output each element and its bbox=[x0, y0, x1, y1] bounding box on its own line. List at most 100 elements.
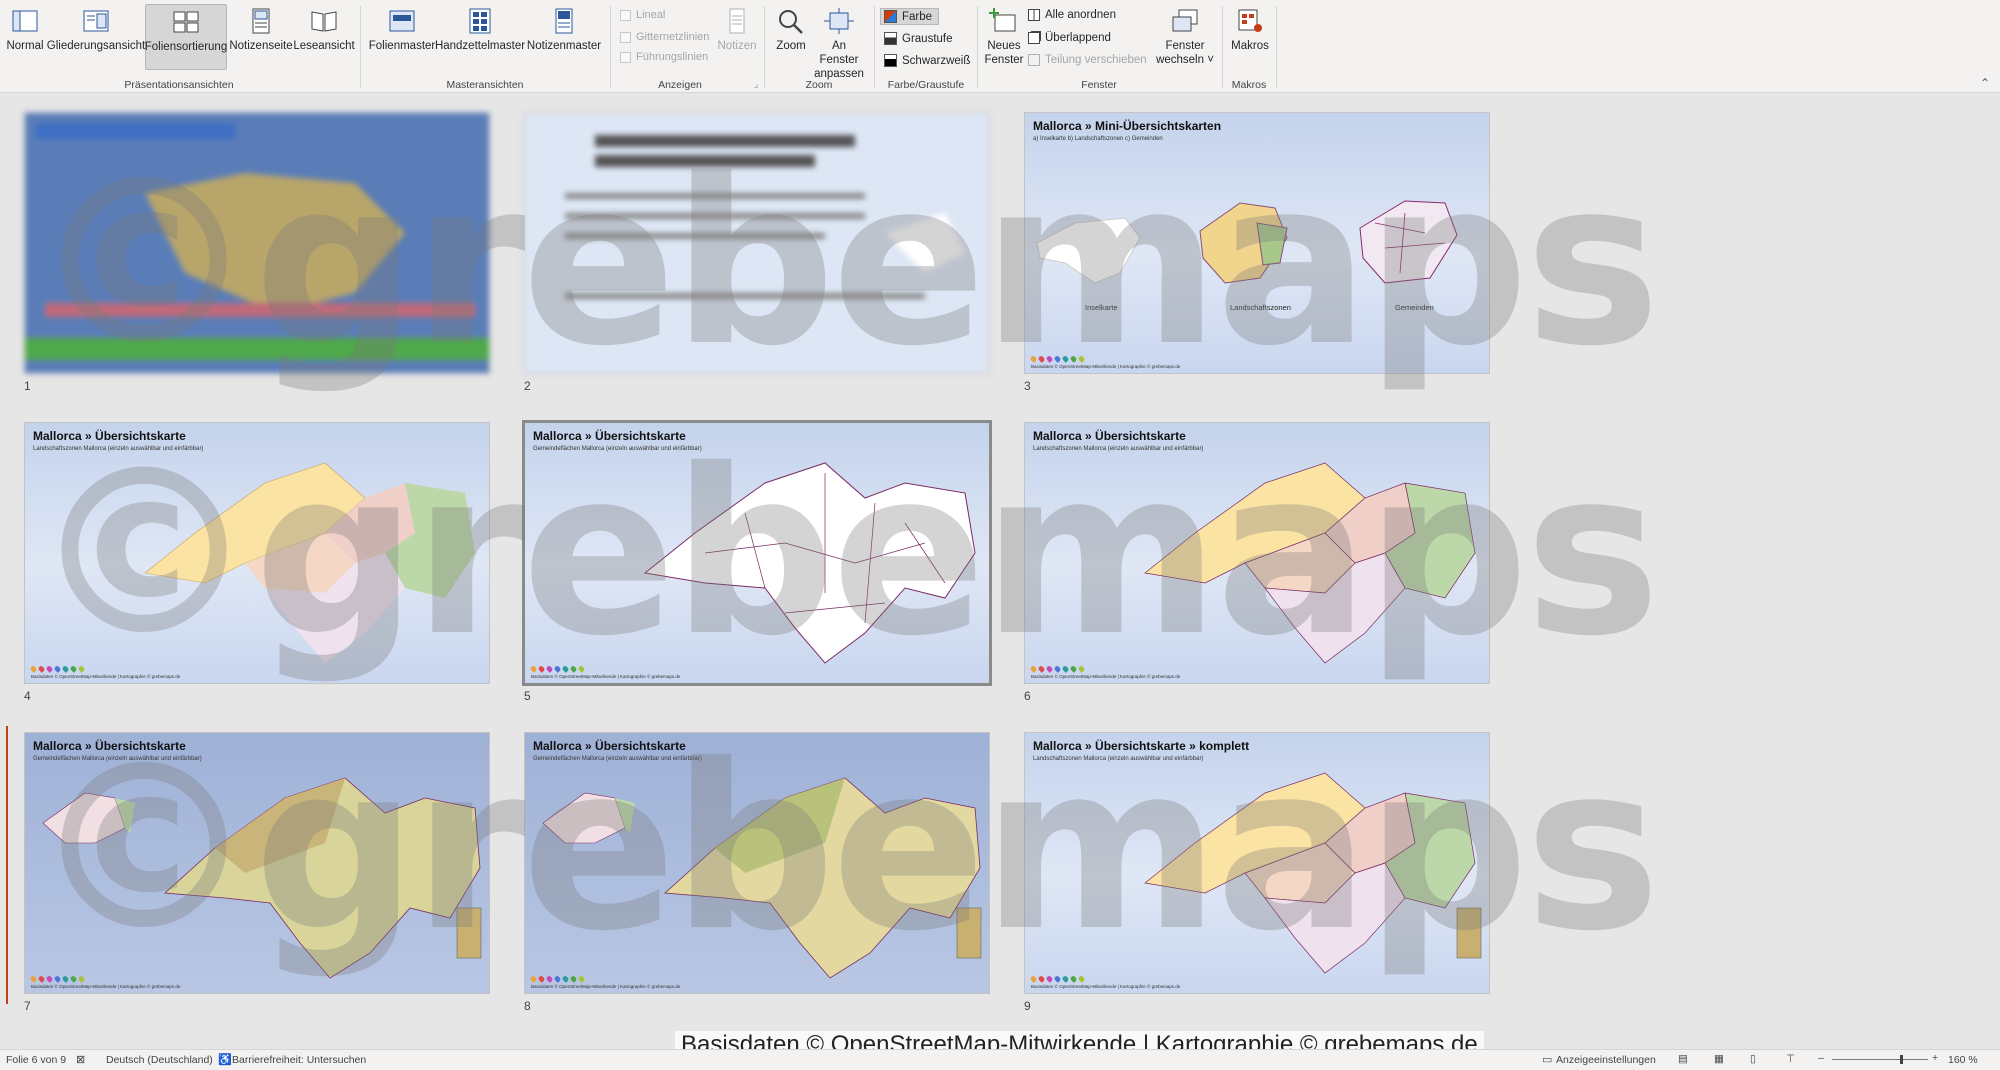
dialog-launcher-icon[interactable]: ⌟ bbox=[754, 79, 758, 90]
slide-number: 2 bbox=[524, 379, 531, 393]
zoom-level[interactable]: 160 % bbox=[1948, 1054, 1978, 1066]
group-separator bbox=[610, 6, 611, 88]
guides-checkbox[interactable]: Führungslinien bbox=[620, 51, 708, 63]
new-window-icon bbox=[989, 8, 1019, 34]
slide-credit: Basisdaten © OpenStreetMap-Mitwirkende |… bbox=[531, 984, 681, 989]
fit-to-window-button[interactable]: An Fenster anpassen bbox=[812, 4, 866, 80]
normal-view-button[interactable]: Normal bbox=[4, 4, 46, 58]
reading-view-button[interactable]: Leseansicht bbox=[293, 4, 355, 58]
outline-view-button[interactable]: Gliederungsansicht bbox=[47, 4, 145, 58]
slide-thumbnail-2[interactable] bbox=[524, 112, 990, 374]
accessibility-icon: ♿ bbox=[218, 1054, 232, 1066]
gridlines-checkbox[interactable]: Gitternetzlinien bbox=[620, 31, 709, 43]
group-label-master-views: Masteransichten bbox=[446, 79, 524, 91]
relief-map bbox=[42, 777, 482, 979]
color-mode-button[interactable]: Farbe bbox=[880, 8, 940, 25]
notes-icon bbox=[722, 8, 752, 34]
notes-button[interactable]: Notizen bbox=[712, 4, 762, 58]
slide-number: 7 bbox=[24, 999, 31, 1013]
slide-thumbnail-7[interactable]: Mallorca » Übersichtskarte Gemeindefläch… bbox=[24, 732, 490, 994]
slide-credit: Basisdaten © OpenStreetMap-Mitwirkende |… bbox=[1031, 984, 1181, 989]
macros-button[interactable]: Makros bbox=[1228, 4, 1272, 58]
slide-thumbnail-8[interactable]: Mallorca » Übersichtskarte Gemeindefläch… bbox=[524, 732, 990, 994]
slide-sorter-button[interactable]: Foliensortierung bbox=[145, 4, 227, 70]
spelling-icon[interactable]: ⊠ bbox=[76, 1053, 85, 1066]
mini-maps bbox=[1036, 200, 1458, 284]
group-separator bbox=[874, 6, 875, 88]
grayscale-button[interactable]: Graustufe bbox=[884, 32, 953, 45]
ruler-checkbox[interactable]: Lineal bbox=[620, 9, 665, 21]
grayscale-swatch-icon bbox=[884, 32, 897, 45]
slide-credit: Basisdaten © OpenStreetMap-Mitwirkende |… bbox=[31, 984, 181, 989]
notes-page-button[interactable]: Notizenseite bbox=[229, 4, 293, 58]
display-settings-button[interactable]: Anzeigeeinstellungen bbox=[1556, 1054, 1656, 1066]
zoom-slider-thumb[interactable] bbox=[1900, 1055, 1903, 1064]
black-white-button[interactable]: Schwarzweiß bbox=[884, 54, 970, 67]
color-pins bbox=[529, 665, 586, 673]
color-pins bbox=[1029, 665, 1086, 673]
status-bar: Folie 6 von 9 ⊠ Deutsch (Deutschland) ♿ … bbox=[0, 1049, 2000, 1070]
slide-number: 8 bbox=[524, 999, 531, 1013]
collapse-ribbon-icon[interactable]: ⌃ bbox=[1980, 76, 1990, 90]
slide-number: 9 bbox=[1024, 999, 1031, 1013]
fit-window-icon bbox=[824, 8, 854, 34]
slide-number: 4 bbox=[24, 689, 31, 703]
complete-map bbox=[1144, 772, 1482, 974]
accessibility-checker[interactable]: Barrierefreiheit: Untersuchen bbox=[232, 1054, 366, 1066]
switch-window-button[interactable]: Fenster wechseln ˅ bbox=[1150, 4, 1220, 66]
group-separator bbox=[764, 6, 765, 88]
zoom-in-icon[interactable]: + bbox=[1932, 1052, 1938, 1064]
reading-view-icon bbox=[309, 8, 339, 34]
new-window-button[interactable]: Neues Fenster bbox=[984, 4, 1024, 66]
slide-thumbnail-1[interactable] bbox=[24, 112, 490, 374]
arrange-all-button[interactable]: Alle anordnen bbox=[1028, 9, 1116, 21]
mini-map-label: Landschaftszonen bbox=[1230, 303, 1291, 312]
color-swatch-icon bbox=[884, 10, 897, 23]
slide-master-button[interactable]: Folienmaster bbox=[368, 4, 436, 58]
combined-map bbox=[1144, 462, 1476, 664]
color-pins bbox=[1029, 975, 1086, 983]
slide-thumbnail-9[interactable]: Mallorca » Übersichtskarte » komplett La… bbox=[1024, 732, 1490, 994]
group-separator bbox=[1276, 6, 1277, 88]
outline-view-icon bbox=[81, 8, 111, 34]
ribbon: Normal Gliederungsansicht Foliensortieru… bbox=[0, 0, 2000, 93]
handout-master-button[interactable]: Handzettelmaster bbox=[435, 4, 525, 58]
cascade-icon bbox=[1028, 32, 1040, 44]
normal-view-icon[interactable]: ▤ bbox=[1678, 1053, 1688, 1065]
group-separator bbox=[977, 6, 978, 88]
slide-number: 3 bbox=[1024, 379, 1031, 393]
group-label-presentation-views: Präsentationsansichten bbox=[124, 79, 234, 91]
zoom-out-icon[interactable]: – bbox=[1818, 1052, 1824, 1064]
zoom-slider[interactable] bbox=[1832, 1059, 1928, 1060]
insertion-marker bbox=[6, 726, 8, 1004]
mini-map-label: Inselkarte bbox=[1085, 303, 1118, 312]
group-label-macros: Makros bbox=[1231, 79, 1267, 91]
mini-map-label: Gemeinden bbox=[1395, 303, 1434, 312]
cascade-button[interactable]: Überlappend bbox=[1028, 32, 1111, 44]
bw-swatch-icon bbox=[884, 54, 897, 67]
notes-page-icon bbox=[246, 8, 276, 34]
group-label-show: Anzeigen bbox=[658, 79, 702, 91]
slide-credit: Basisdaten © OpenStreetMap-Mitwirkende |… bbox=[1031, 674, 1181, 679]
switch-window-icon bbox=[1170, 8, 1200, 34]
reading-view-icon[interactable]: ▯ bbox=[1750, 1053, 1756, 1065]
magnifier-icon bbox=[776, 8, 806, 34]
slide-thumbnail-5[interactable]: Mallorca » Übersichtskarte Gemeindefläch… bbox=[522, 420, 992, 686]
slideshow-icon[interactable]: ⊤ bbox=[1786, 1053, 1795, 1065]
slide-thumbnail-6[interactable]: Mallorca » Übersichtskarte Landschaftszo… bbox=[1024, 422, 1490, 684]
slide-1-picture bbox=[25, 113, 489, 373]
move-split-button[interactable]: Teilung verschieben bbox=[1028, 54, 1147, 66]
slide-thumbnail-3[interactable]: Mallorca » Mini-Übersichtskarten a) Inse… bbox=[1024, 112, 1490, 374]
group-label-color: Farbe/Graustufe bbox=[887, 79, 965, 91]
slide-sorter-icon[interactable]: ▦ bbox=[1714, 1053, 1724, 1065]
group-label-window: Fenster bbox=[1081, 79, 1117, 91]
slide-count: Folie 6 von 9 bbox=[6, 1054, 67, 1066]
color-pins bbox=[29, 975, 86, 983]
landscape-map bbox=[144, 462, 475, 663]
notes-master-button[interactable]: Notizenmaster bbox=[525, 4, 603, 58]
zoom-button[interactable]: Zoom bbox=[770, 4, 812, 58]
language-indicator[interactable]: Deutsch (Deutschland) bbox=[106, 1054, 213, 1066]
slide-thumbnail-4[interactable]: Mallorca » Übersichtskarte Landschaftszo… bbox=[24, 422, 490, 684]
municipality-map bbox=[643, 462, 976, 664]
slide-2-picture bbox=[525, 113, 989, 373]
